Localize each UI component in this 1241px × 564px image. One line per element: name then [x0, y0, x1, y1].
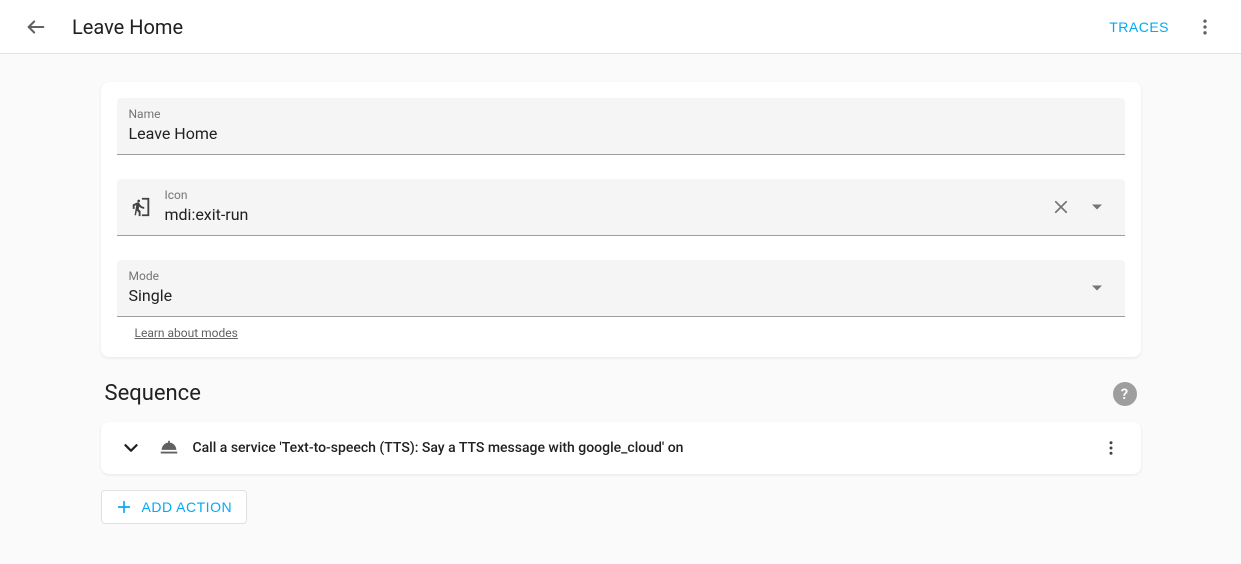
add-action-label: ADD ACTION	[142, 499, 233, 515]
expand-button[interactable]	[117, 434, 145, 462]
overflow-menu-button[interactable]	[1185, 7, 1225, 47]
sequence-title: Sequence	[105, 381, 1113, 406]
help-icon: ?	[1121, 385, 1128, 403]
clear-icon-button[interactable]	[1045, 191, 1077, 223]
chevron-down-icon	[1091, 282, 1103, 294]
service-bell-icon	[157, 436, 181, 460]
icon-dropdown-button[interactable]	[1081, 191, 1113, 223]
chevron-down-icon	[120, 437, 142, 459]
icon-label: Icon	[165, 188, 1045, 202]
icon-value: mdi:exit-run	[165, 204, 1045, 226]
exit-run-icon	[129, 195, 153, 219]
dots-vertical-icon	[1195, 17, 1215, 37]
icon-field[interactable]: Icon mdi:exit-run	[117, 179, 1125, 236]
plus-icon	[116, 499, 132, 515]
back-button[interactable]	[16, 7, 56, 47]
mode-value: Single	[129, 285, 1081, 307]
mode-dropdown-button[interactable]	[1081, 272, 1113, 304]
page-title: Leave Home	[72, 15, 1097, 39]
action-label: Call a service 'Text-to-speech (TTS): Sa…	[193, 440, 1097, 456]
name-label: Name	[129, 107, 1113, 121]
name-field[interactable]: Name Leave Home	[117, 98, 1125, 155]
content: Name Leave Home Icon mdi:exit-run	[101, 54, 1141, 564]
chevron-down-icon	[1091, 201, 1103, 213]
help-button[interactable]: ?	[1113, 382, 1137, 406]
sequence-header: Sequence ?	[101, 381, 1141, 406]
mode-field[interactable]: Mode Single	[117, 260, 1125, 317]
traces-button[interactable]: TRACES	[1097, 11, 1181, 43]
add-action-button[interactable]: ADD ACTION	[101, 490, 248, 524]
name-value: Leave Home	[129, 123, 1113, 145]
action-item: Call a service 'Text-to-speech (TTS): Sa…	[101, 422, 1141, 474]
mode-label: Mode	[129, 269, 1081, 283]
learn-modes-link[interactable]: Learn about modes	[117, 326, 238, 340]
arrow-left-icon	[25, 16, 47, 38]
close-icon	[1052, 198, 1070, 216]
action-menu-button[interactable]	[1097, 434, 1125, 462]
topbar: Leave Home TRACES	[0, 0, 1241, 54]
dots-vertical-icon	[1102, 439, 1120, 457]
config-card: Name Leave Home Icon mdi:exit-run	[101, 82, 1141, 357]
